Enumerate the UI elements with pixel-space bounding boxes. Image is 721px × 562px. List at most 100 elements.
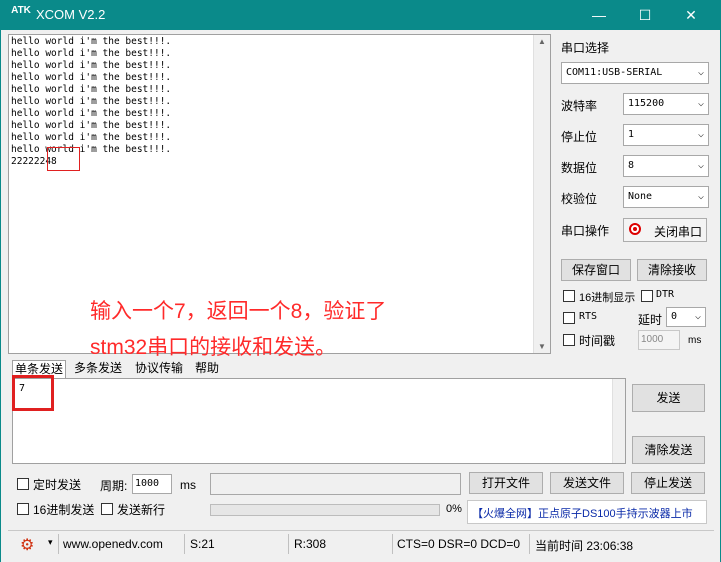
receive-line: 22222248 xyxy=(11,156,57,167)
tab-help[interactable]: 帮助 xyxy=(193,360,221,378)
receive-scrollbar[interactable]: ▲ ▼ xyxy=(533,35,550,353)
newline-label: 发送新行 xyxy=(117,503,166,517)
period-label: 周期: xyxy=(100,479,128,493)
status-divider xyxy=(288,534,289,554)
send-button[interactable]: 发送 xyxy=(632,384,705,412)
data-bits-value: 8 xyxy=(628,160,635,171)
receive-line: hello world i'm the best!!!. xyxy=(11,60,172,71)
chevron-down-icon: ⌵ xyxy=(697,129,704,140)
receive-line: hello world i'm the best!!!. xyxy=(11,144,172,155)
delay-value: 0 xyxy=(671,311,678,322)
scroll-up-icon[interactable]: ▲ xyxy=(538,37,546,46)
status-sent-count: S:21 xyxy=(190,537,215,551)
status-bar: ⚙ ▾ www.openedv.com S:21 R:308 CTS=0 DSR… xyxy=(8,530,714,556)
gear-icon[interactable]: ⚙ xyxy=(20,535,34,555)
minimize-button[interactable]: — xyxy=(576,0,622,30)
parity-label: 校验位 xyxy=(561,192,598,206)
baud-label: 波特率 xyxy=(561,99,598,113)
data-bits-select[interactable]: 8 ⌵ xyxy=(623,155,709,177)
timestamp-checkbox[interactable] xyxy=(563,334,575,346)
timestamp-label: 时间戳 xyxy=(579,334,616,348)
close-port-button[interactable]: 关闭串口 xyxy=(623,218,707,242)
close-port-label: 关闭串口 xyxy=(654,225,703,239)
ad-link[interactable]: 【火爆全网】正点原子DS100手持示波器上市 xyxy=(467,500,707,524)
receive-line: hello world i'm the best!!!. xyxy=(11,120,172,131)
maximize-button[interactable]: ☐ xyxy=(622,0,668,30)
newline-checkbox[interactable] xyxy=(101,503,113,515)
file-path-input[interactable] xyxy=(210,473,461,495)
dtr-label: DTR xyxy=(656,289,675,300)
app-logo-text: ATK xyxy=(11,5,31,16)
timed-send-label: 定时发送 xyxy=(33,478,82,492)
status-url[interactable]: www.openedv.com xyxy=(63,537,163,551)
send-scrollbar[interactable] xyxy=(612,379,625,463)
port-op-label: 串口操作 xyxy=(561,224,610,238)
window-title: XCOM V2.2 xyxy=(36,7,106,22)
rts-checkbox[interactable] xyxy=(563,312,575,324)
send-file-button[interactable]: 发送文件 xyxy=(550,472,624,494)
save-window-button[interactable]: 保存窗口 xyxy=(561,259,631,281)
status-received-count: R:308 xyxy=(294,537,327,551)
stop-bits-label: 停止位 xyxy=(561,130,598,144)
clear-send-button[interactable]: 清除发送 xyxy=(632,436,705,464)
send-progress-label: 0% xyxy=(446,503,462,515)
chevron-down-icon: ⌵ xyxy=(697,98,704,109)
hex-display-label: 16进制显示 xyxy=(579,292,636,304)
receive-line: hello world i'm the best!!!. xyxy=(11,108,172,119)
receive-line: hello world i'm the best!!!. xyxy=(11,84,172,95)
status-divider xyxy=(58,534,59,554)
port-status-icon xyxy=(629,223,641,235)
chevron-down-icon[interactable]: ▾ xyxy=(48,537,53,548)
stop-bits-value: 1 xyxy=(628,129,635,140)
highlight-box-sent xyxy=(12,375,54,411)
scroll-down-icon[interactable]: ▼ xyxy=(538,342,546,351)
parity-select[interactable]: None ⌵ xyxy=(623,186,709,208)
send-textarea[interactable]: 7 xyxy=(12,378,626,464)
tab-protocol[interactable]: 协议传输 xyxy=(133,360,185,378)
rts-label: RTS xyxy=(579,311,598,322)
status-divider xyxy=(529,534,530,554)
status-time: 当前时间 23:06:38 xyxy=(535,539,634,553)
baud-value: 115200 xyxy=(628,98,665,109)
status-divider xyxy=(184,534,185,554)
port-select-label: 串口选择 xyxy=(561,41,610,55)
period-input[interactable]: 1000 xyxy=(132,474,172,494)
port-select-value: COM11:USB-SERIAL xyxy=(566,67,663,78)
delay-select[interactable]: 0 ⌵ xyxy=(666,307,706,327)
app-logo: ATK xyxy=(10,6,32,24)
status-divider xyxy=(392,534,393,554)
period-ms-label: ms xyxy=(180,478,196,492)
annotation-text: 输入一个7，返回一个8，验证了 stm32串口的接收和发送。 xyxy=(90,294,386,366)
delay-label: 延时 xyxy=(638,313,663,327)
receive-line: hello world i'm the best!!!. xyxy=(11,36,172,47)
open-file-button[interactable]: 打开文件 xyxy=(469,472,543,494)
highlight-box-received xyxy=(47,147,80,171)
timestamp-input[interactable]: 1000 xyxy=(638,330,680,350)
timestamp-ms-label: ms xyxy=(688,335,702,346)
receive-line: hello world i'm the best!!!. xyxy=(11,96,172,107)
send-progress-bar xyxy=(210,504,440,516)
chevron-down-icon: ⌵ xyxy=(697,191,704,202)
chevron-down-icon: ⌵ xyxy=(694,311,701,322)
chevron-down-icon: ⌵ xyxy=(697,160,704,171)
close-button[interactable]: ✕ xyxy=(668,0,714,30)
receive-line: hello world i'm the best!!!. xyxy=(11,48,172,59)
stop-send-button[interactable]: 停止发送 xyxy=(631,472,705,494)
dtr-checkbox[interactable] xyxy=(641,290,653,302)
hex-display-checkbox[interactable] xyxy=(563,290,575,302)
status-line-signals: CTS=0 DSR=0 DCD=0 xyxy=(397,537,521,551)
parity-value: None xyxy=(628,191,653,202)
clear-receive-button[interactable]: 清除接收 xyxy=(637,259,707,281)
hex-send-label: 16进制发送 xyxy=(33,503,95,517)
timed-send-checkbox[interactable] xyxy=(17,478,29,490)
data-bits-label: 数据位 xyxy=(561,161,598,175)
stop-bits-select[interactable]: 1 ⌵ xyxy=(623,124,709,146)
annotation-line-1: 输入一个7，返回一个8，验证了 xyxy=(90,300,387,323)
hex-send-checkbox[interactable] xyxy=(17,503,29,515)
baud-select[interactable]: 115200 ⌵ xyxy=(623,93,709,115)
receive-line: hello world i'm the best!!!. xyxy=(11,72,172,83)
tab-multi-send[interactable]: 多条发送 xyxy=(72,360,124,378)
port-select[interactable]: COM11:USB-SERIAL ⌵ xyxy=(561,62,709,84)
receive-line: hello world i'm the best!!!. xyxy=(11,132,172,143)
chevron-down-icon: ⌵ xyxy=(697,67,704,78)
